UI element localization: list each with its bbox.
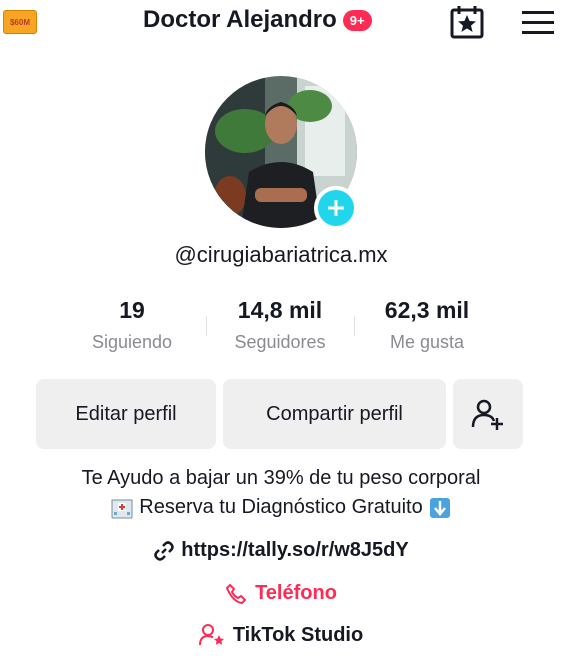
bio-line-2-text: Reserva tu Diagnóstico Gratuito bbox=[139, 496, 423, 518]
hospital-icon bbox=[111, 499, 133, 518]
stat-likes[interactable]: 62,3 mil Me gusta bbox=[352, 297, 502, 353]
add-friend-button[interactable] bbox=[453, 379, 523, 449]
stat-following-label: Siguiendo bbox=[91, 332, 173, 352]
link-icon bbox=[154, 540, 175, 561]
page-title: Doctor Alejandro bbox=[143, 6, 337, 33]
bio-link[interactable]: https://tally.so/r/w8J5dY bbox=[0, 539, 562, 562]
hamburger-menu-icon[interactable] bbox=[520, 8, 556, 36]
down-arrow-icon bbox=[429, 497, 450, 518]
coin-icon[interactable]: $60M bbox=[3, 10, 37, 34]
notification-badge: 9+ bbox=[342, 9, 372, 31]
studio-label: TikTok Studio bbox=[232, 623, 364, 646]
bio-line-1: Te Ayudo a bajar un 39% de tu peso corpo… bbox=[81, 467, 481, 489]
profile-handle: @cirugiabariatrica.mx bbox=[174, 242, 388, 267]
stat-followers-value: 14,8 mil bbox=[237, 297, 323, 323]
top-bar: $60M Doctor Alejandro 9+ bbox=[0, 0, 562, 46]
bio-line-2: Reserva tu Diagnóstico Gratuito bbox=[0, 496, 562, 519]
studio-icon bbox=[198, 624, 224, 646]
stat-following[interactable]: 19 Siguiendo bbox=[57, 297, 207, 353]
phone-label: Teléfono bbox=[255, 582, 337, 604]
plus-icon bbox=[328, 200, 344, 216]
phone-button[interactable]: Teléfono bbox=[0, 582, 562, 605]
share-profile-button[interactable]: Compartir perfil bbox=[223, 379, 446, 449]
stat-likes-label: Me gusta bbox=[389, 332, 465, 352]
phone-icon bbox=[225, 583, 247, 604]
stat-following-value: 19 bbox=[119, 297, 145, 323]
stat-followers[interactable]: 14,8 mil Seguidores bbox=[205, 297, 355, 353]
edit-profile-button[interactable]: Editar perfil bbox=[36, 379, 216, 449]
add-profile-photo-button[interactable] bbox=[314, 186, 358, 230]
stat-likes-value: 62,3 mil bbox=[384, 297, 470, 323]
calendar-star-icon[interactable] bbox=[449, 4, 485, 40]
coin-label: $60M bbox=[9, 17, 30, 27]
bio-link-text: https://tally.so/r/w8J5dY bbox=[181, 539, 409, 561]
add-user-icon bbox=[471, 399, 503, 430]
stat-followers-label: Seguidores bbox=[234, 332, 326, 352]
tiktok-studio-button[interactable]: TikTok Studio bbox=[0, 623, 562, 647]
profile-title-group[interactable]: Doctor Alejandro 9+ bbox=[143, 6, 372, 34]
